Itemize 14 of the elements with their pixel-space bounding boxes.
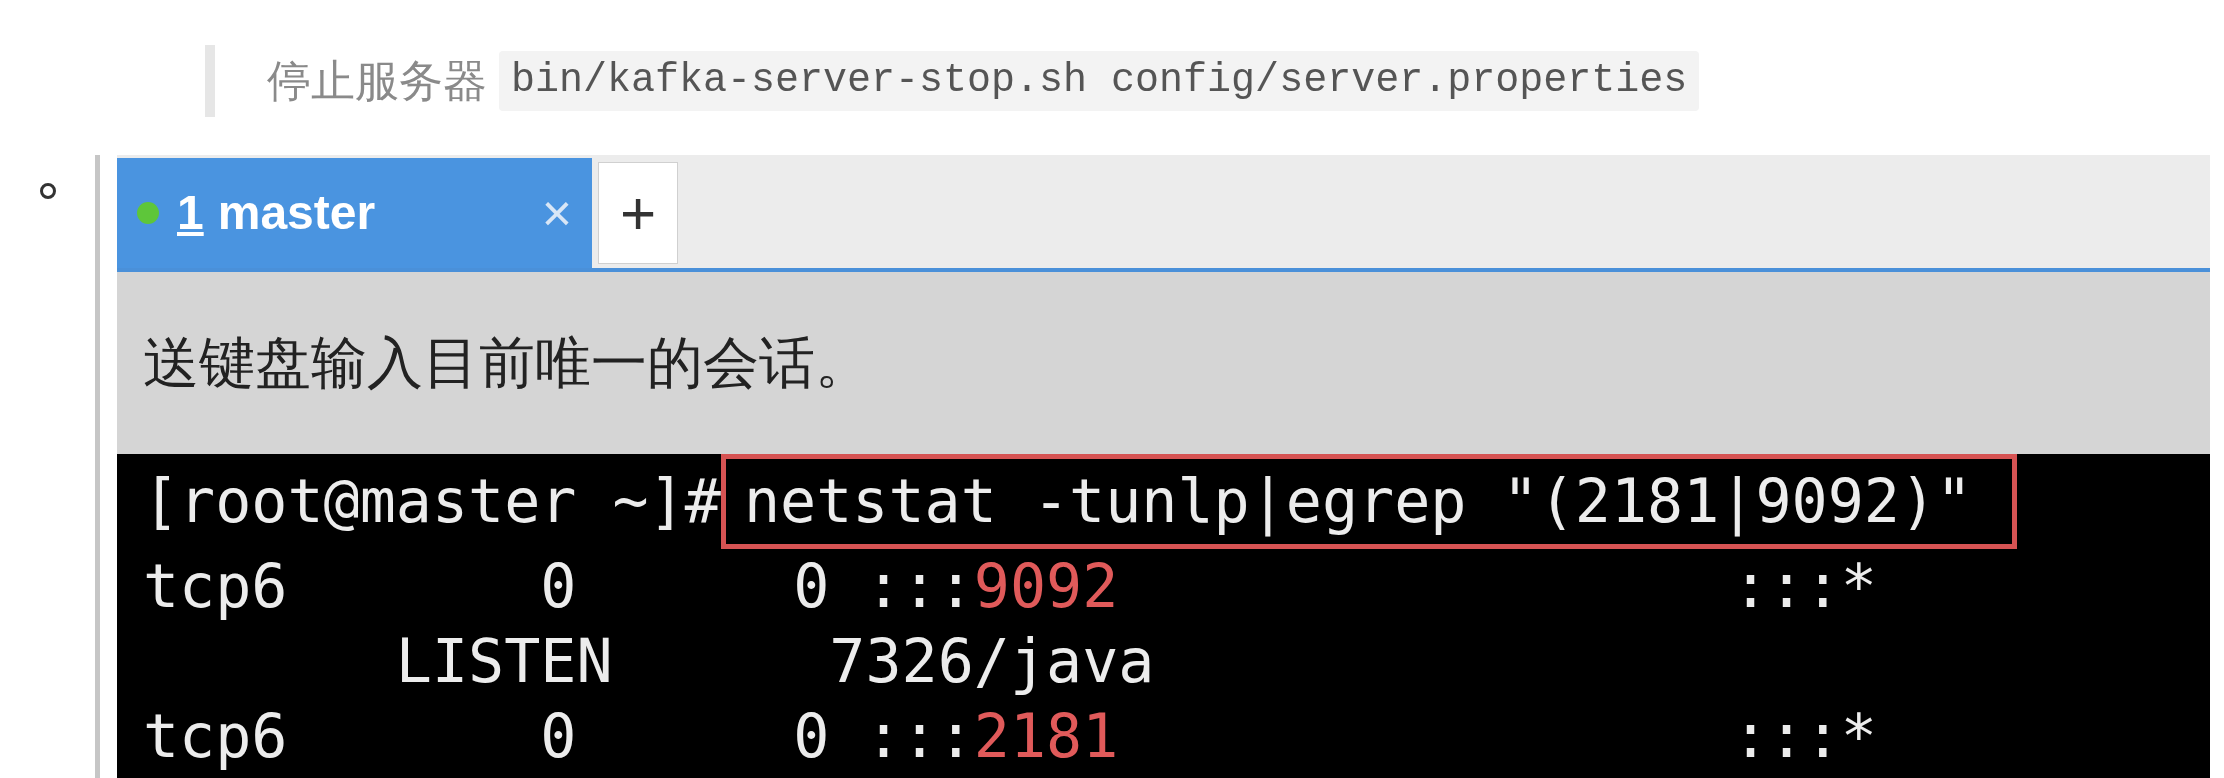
- code-snippet: bin/kafka-server-stop.sh config/server.properties: [499, 51, 1700, 111]
- command-text: netstat -tunlp|egrep "(2181|9092)": [720, 454, 2018, 549]
- terminal-output-line: tcp6 0 0 :::9092 :::*: [143, 550, 1878, 623]
- list-bullet-icon: [40, 183, 56, 199]
- note-label: 停止服务器: [267, 54, 487, 108]
- terminal-output-line: tcp6 0 0 :::2181 :::*: [143, 700, 1878, 773]
- broadcast-notice: 送键盘输入目前唯一的会话。: [143, 329, 871, 397]
- terminal-tab[interactable]: 1 master ×: [117, 158, 592, 268]
- new-tab-button[interactable]: +: [598, 162, 678, 264]
- terminal-output-line: LISTEN 7326/java: [394, 625, 1156, 698]
- tab-number: 1: [177, 185, 204, 241]
- shell-prompt: [root@master ~]#: [143, 465, 721, 538]
- close-button[interactable]: ×: [541, 187, 572, 239]
- tab-title: master: [217, 185, 376, 241]
